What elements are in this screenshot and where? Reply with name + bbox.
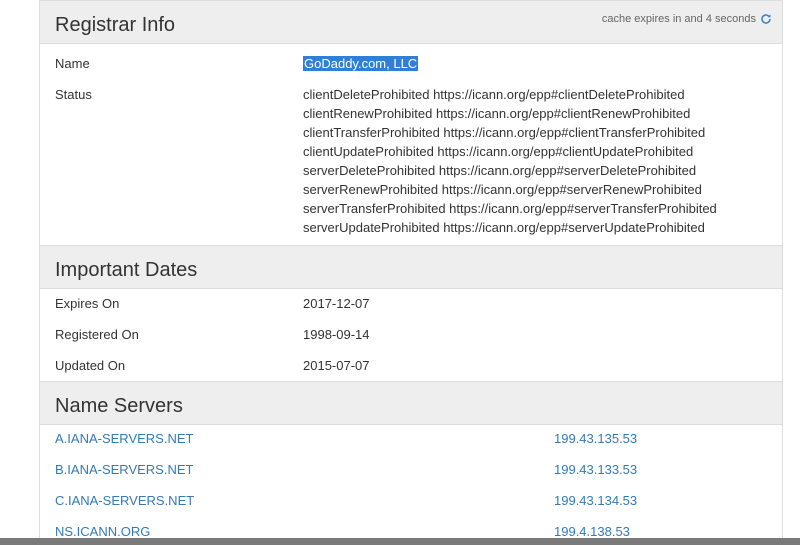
cache-note-text: cache expires in and 4 seconds [601, 13, 756, 25]
horizontal-scrollbar[interactable] [0, 538, 800, 545]
refresh-icon[interactable] [760, 13, 772, 25]
status-line: clientDeleteProhibited https://icann.org… [303, 87, 685, 102]
name-server-ip-link[interactable]: 199.43.134.53 [554, 491, 637, 510]
registered-on-label: Registered On [55, 327, 139, 342]
name-servers-header: Name Servers [40, 381, 782, 425]
updated-on-label: Updated On [55, 358, 126, 373]
name-server-ip-link[interactable]: 199.43.135.53 [554, 429, 637, 448]
status-line: serverDeleteProhibited https://icann.org… [303, 163, 697, 178]
name-servers-title: Name Servers [55, 395, 183, 417]
status-line: serverRenewProhibited https://icann.org/… [303, 182, 702, 197]
status-line: serverTransferProhibited https://icann.o… [303, 201, 717, 216]
updated-on-value: 2015-07-07 [303, 358, 370, 373]
expires-on-label: Expires On [55, 296, 120, 311]
whois-panel: Registrar Info cache expires in and 4 se… [39, 0, 783, 545]
status-line: clientUpdateProhibited https://icann.org… [303, 144, 694, 159]
status-label: Status [55, 87, 92, 102]
important-dates-header: Important Dates [40, 245, 782, 289]
expires-on-value: 2017-12-07 [303, 296, 370, 311]
registrar-info-header: Registrar Info cache expires in and 4 se… [40, 0, 782, 44]
registered-on-value: 1998-09-14 [303, 327, 370, 342]
name-server-link[interactable]: B.IANA-SERVERS.NET [55, 460, 193, 479]
status-line: serverUpdateProhibited https://icann.org… [303, 220, 705, 235]
status-line: clientRenewProhibited https://icann.org/… [303, 106, 691, 121]
name-value: GoDaddy.com, LLC [303, 54, 419, 73]
name-label: Name [55, 56, 90, 71]
important-dates-title: Important Dates [55, 259, 198, 281]
registrar-info-title: Registrar Info [55, 14, 176, 36]
name-server-ip-link[interactable]: 199.43.133.53 [554, 460, 637, 479]
page: Registrar Info cache expires in and 4 se… [0, 0, 800, 545]
cache-note: cache expires in and 4 seconds [602, 13, 772, 25]
status-line: clientTransferProhibited https://icann.o… [303, 125, 706, 140]
selected-registrar-name[interactable]: GoDaddy.com, LLC [303, 56, 419, 71]
status-value: clientDeleteProhibited https://icann.org… [303, 85, 717, 237]
name-server-link[interactable]: C.IANA-SERVERS.NET [55, 491, 194, 510]
name-server-link[interactable]: A.IANA-SERVERS.NET [55, 429, 193, 448]
